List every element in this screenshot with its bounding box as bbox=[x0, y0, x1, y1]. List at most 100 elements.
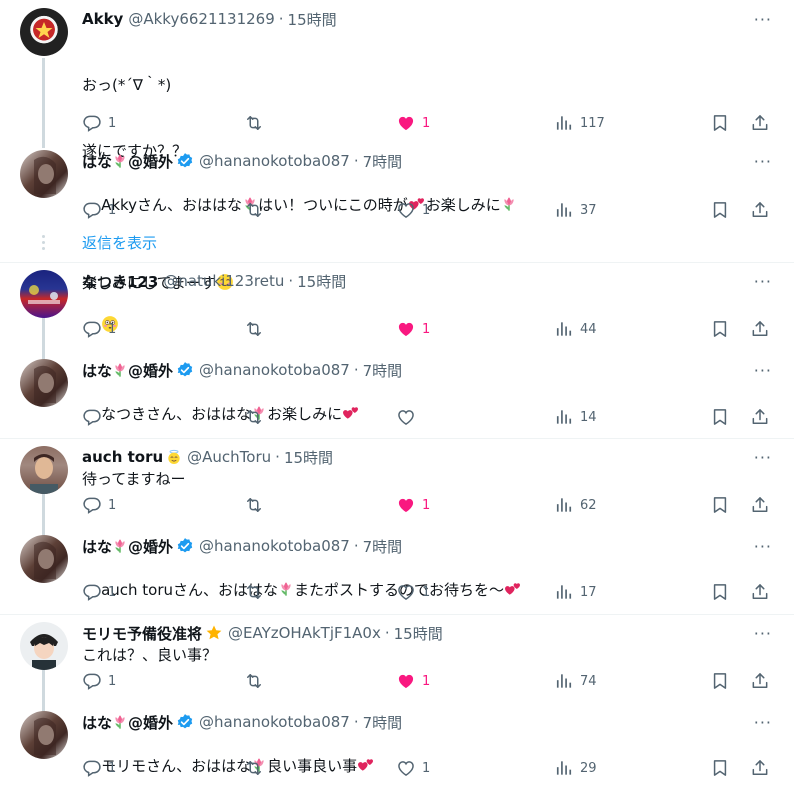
user-handle[interactable]: @AuchToru bbox=[187, 448, 271, 466]
display-name-suffix[interactable]: @婚外 bbox=[128, 712, 173, 733]
repost-button[interactable] bbox=[244, 756, 270, 780]
avatar[interactable] bbox=[20, 622, 68, 670]
share-button[interactable] bbox=[750, 669, 770, 693]
reply-button[interactable]: 1 bbox=[82, 756, 116, 780]
display-name[interactable]: auch toru bbox=[82, 448, 163, 466]
more-icon[interactable]: ··· bbox=[754, 537, 772, 556]
reply-button[interactable]: 1 bbox=[82, 580, 116, 604]
reply-button[interactable] bbox=[82, 405, 108, 429]
timestamp[interactable]: 7時間 bbox=[363, 536, 403, 557]
like-button[interactable] bbox=[396, 405, 422, 429]
user-handle[interactable]: @hananokotoba087 bbox=[199, 152, 350, 170]
reply-button[interactable]: 1 bbox=[82, 198, 116, 222]
avatar[interactable] bbox=[20, 270, 68, 318]
share-button[interactable] bbox=[750, 317, 770, 341]
views-button[interactable]: 62 bbox=[554, 493, 597, 517]
display-name-suffix[interactable]: @婚外 bbox=[128, 536, 173, 557]
timestamp[interactable]: 7時間 bbox=[363, 360, 403, 381]
timestamp[interactable]: 7時間 bbox=[363, 712, 403, 733]
reply-button[interactable]: 1 bbox=[82, 111, 116, 135]
more-icon[interactable]: ··· bbox=[754, 713, 772, 732]
like-button[interactable]: 1 bbox=[396, 493, 430, 517]
user-handle[interactable]: @hananokotoba087 bbox=[199, 361, 350, 379]
views-icon bbox=[554, 582, 574, 602]
more-icon[interactable]: ··· bbox=[754, 152, 772, 171]
display-name[interactable]: はな bbox=[82, 151, 112, 172]
repost-button[interactable] bbox=[244, 493, 270, 517]
timestamp[interactable]: 15時間 bbox=[297, 271, 346, 292]
timestamp[interactable]: 7時間 bbox=[363, 151, 403, 172]
display-name[interactable]: はな bbox=[82, 712, 112, 733]
bookmark-button[interactable] bbox=[710, 580, 730, 604]
avatar[interactable] bbox=[20, 446, 68, 494]
bookmark-button[interactable] bbox=[710, 756, 730, 780]
like-button[interactable]: 1 bbox=[396, 756, 430, 780]
views-button[interactable]: 74 bbox=[554, 669, 597, 693]
repost-button[interactable] bbox=[244, 111, 270, 135]
share-button[interactable] bbox=[750, 111, 770, 135]
display-name[interactable]: はな bbox=[82, 360, 112, 381]
bookmark-button[interactable] bbox=[710, 198, 730, 222]
heart-icon bbox=[396, 113, 416, 133]
repost-button[interactable] bbox=[244, 198, 270, 222]
more-icon[interactable]: ··· bbox=[754, 624, 772, 643]
display-name-suffix[interactable]: @婚外 bbox=[128, 151, 173, 172]
repost-button[interactable] bbox=[244, 669, 270, 693]
more-icon[interactable]: ··· bbox=[754, 361, 772, 380]
tweet-text: これは？、良い事？ bbox=[82, 646, 218, 664]
share-button[interactable] bbox=[750, 405, 770, 429]
like-button[interactable]: 1 bbox=[396, 669, 430, 693]
user-handle[interactable]: @natuki123retu bbox=[163, 272, 284, 290]
more-icon[interactable]: ··· bbox=[754, 10, 772, 29]
timestamp[interactable]: 15時間 bbox=[284, 447, 333, 468]
views-button[interactable]: 14 bbox=[554, 405, 597, 429]
bookmark-button[interactable] bbox=[710, 317, 730, 341]
repost-button[interactable] bbox=[244, 580, 270, 604]
timestamp[interactable]: 15時間 bbox=[288, 9, 337, 30]
views-button[interactable]: 17 bbox=[554, 580, 597, 604]
repost-button[interactable] bbox=[244, 405, 270, 429]
display-name[interactable]: なつき123 bbox=[82, 271, 158, 292]
views-button[interactable]: 29 bbox=[554, 756, 597, 780]
user-handle[interactable]: @hananokotoba087 bbox=[199, 537, 350, 555]
views-button[interactable]: 44 bbox=[554, 317, 597, 341]
bookmark-button[interactable] bbox=[710, 405, 730, 429]
share-button[interactable] bbox=[750, 198, 770, 222]
share-button[interactable] bbox=[750, 756, 770, 780]
reply-button[interactable]: 1 bbox=[82, 317, 116, 341]
views-button[interactable]: 117 bbox=[554, 111, 605, 135]
avatar[interactable] bbox=[20, 150, 68, 198]
repost-button[interactable] bbox=[244, 317, 270, 341]
timestamp[interactable]: 15時間 bbox=[394, 623, 443, 644]
views-icon bbox=[554, 407, 574, 427]
display-name-suffix[interactable]: @婚外 bbox=[128, 360, 173, 381]
bookmark-button[interactable] bbox=[710, 493, 730, 517]
user-handle[interactable]: @hananokotoba087 bbox=[199, 713, 350, 731]
more-icon[interactable]: ··· bbox=[754, 272, 772, 291]
user-handle[interactable]: @Akky6621131269 bbox=[128, 10, 274, 28]
like-button[interactable]: 1 bbox=[396, 198, 430, 222]
display-name[interactable]: はな bbox=[82, 536, 112, 557]
avatar[interactable] bbox=[20, 711, 68, 759]
repost-icon bbox=[244, 758, 264, 778]
more-icon[interactable]: ··· bbox=[754, 448, 772, 467]
show-replies-link[interactable]: 返信を表示 bbox=[82, 232, 157, 253]
display-name[interactable]: Akky bbox=[82, 10, 123, 28]
avatar[interactable] bbox=[20, 8, 68, 56]
reply-icon bbox=[82, 671, 102, 691]
reply-button[interactable]: 1 bbox=[82, 669, 116, 693]
like-button[interactable]: 1 bbox=[396, 317, 430, 341]
like-button[interactable]: 1 bbox=[396, 580, 430, 604]
avatar[interactable] bbox=[20, 359, 68, 407]
reply-button[interactable]: 1 bbox=[82, 493, 116, 517]
views-button[interactable]: 37 bbox=[554, 198, 597, 222]
like-button[interactable]: 1 bbox=[396, 111, 430, 135]
share-button[interactable] bbox=[750, 493, 770, 517]
avatar[interactable] bbox=[20, 535, 68, 583]
bookmark-button[interactable] bbox=[710, 111, 730, 135]
share-icon bbox=[750, 758, 770, 778]
user-handle[interactable]: @EAYzOHAkTjF1A0x bbox=[228, 624, 381, 642]
display-name[interactable]: モリモ予備役准将 bbox=[82, 623, 202, 644]
bookmark-button[interactable] bbox=[710, 669, 730, 693]
share-button[interactable] bbox=[750, 580, 770, 604]
